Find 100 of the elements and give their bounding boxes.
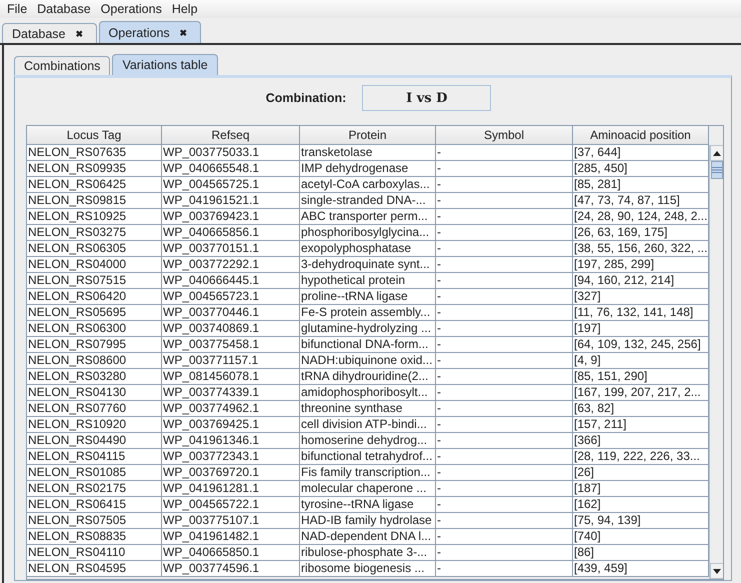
table-cell: [439, 459] (573, 561, 709, 577)
table-cell: [187] (573, 481, 709, 497)
table-cell: WP_004565725.1 (162, 177, 300, 193)
table-cell: [24, 28, 90, 124, 248, 2... (573, 209, 709, 225)
table-cell: NELON_RS07635 (27, 145, 162, 161)
table-cell: WP_003774962.1 (162, 401, 300, 417)
table-cell: WP_003769720.1 (162, 465, 300, 481)
table-cell: NAD-dependent DNA l... (300, 529, 436, 545)
table-cell: proline--tRNA ligase (300, 289, 436, 305)
table-cell: [28, 119, 222, 226, 33... (573, 449, 709, 465)
table-cell: - (436, 337, 573, 353)
column-header[interactable]: Aminoacid position (573, 126, 709, 145)
table-cell: NELON_RS06415 (27, 497, 162, 513)
table-cell: bifunctional DNA-form... (300, 337, 436, 353)
table-cell: amidophosphoribosylt... (300, 385, 436, 401)
table-cell: [94, 160, 212, 214] (573, 273, 709, 289)
table-cell: NELON_RS07515 (27, 273, 162, 289)
table-cell: NELON_RS10920 (27, 417, 162, 433)
table-cell: [85, 151, 290] (573, 369, 709, 385)
table-cell: WP_003772292.1 (162, 257, 300, 273)
table-cell: [75, 94, 139] (573, 513, 709, 529)
table-cell: [64, 109, 132, 245, 256] (573, 337, 709, 353)
table-cell: - (436, 289, 573, 305)
table-cell: [366] (573, 433, 709, 449)
table-cell: single-stranded DNA-... (300, 193, 436, 209)
table-cell: WP_004565722.1 (162, 497, 300, 513)
close-icon[interactable]: ✖ (180, 28, 188, 38)
menu-item[interactable]: Operations (96, 2, 167, 16)
table-cell: - (436, 369, 573, 385)
table-cell: bifunctional tetrahydrof... (300, 449, 436, 465)
menu-item[interactable]: File (2, 2, 32, 16)
table-cell: threonine synthase (300, 401, 436, 417)
table-cell: - (436, 241, 573, 257)
menu-item[interactable]: Database (32, 2, 96, 16)
table-cell: WP_003775107.1 (162, 513, 300, 529)
table-cell: - (436, 273, 573, 289)
table-cell: [167, 199, 207, 217, 2... (573, 385, 709, 401)
table-cell: acetyl-CoA carboxylas... (300, 177, 436, 193)
column-header[interactable]: Symbol (436, 126, 573, 145)
table-cell: - (436, 161, 573, 177)
scroll-thumb[interactable] (711, 161, 723, 179)
grip-icon (712, 167, 722, 173)
table-cell: [740] (573, 529, 709, 545)
table-cell: WP_040666445.1 (162, 273, 300, 289)
menu-item[interactable]: Help (166, 2, 203, 16)
table-cell: ribosome biogenesis ... (300, 561, 436, 577)
table-cell: Fe-S protein assembly... (300, 305, 436, 321)
table-cell: NELON_RS04110 (27, 545, 162, 561)
table-cell: NELON_RS07995 (27, 337, 162, 353)
table-cell: NELON_RS03275 (27, 225, 162, 241)
table-cell: - (436, 305, 573, 321)
table-cell: WP_040665850.1 (162, 545, 300, 561)
table-cell: - (436, 145, 573, 161)
table-cell: [47, 73, 74, 87, 115] (573, 193, 709, 209)
tab[interactable]: Variations table (112, 54, 218, 75)
scroll-down-button[interactable] (710, 563, 723, 579)
table-cell: hypothetical protein (300, 273, 436, 289)
table-cell: [63, 82] (573, 401, 709, 417)
table-cell: NELON_RS04490 (27, 433, 162, 449)
column-header[interactable]: Refseq (162, 126, 300, 145)
table-cell: NELON_RS06420 (27, 289, 162, 305)
table-cell: - (436, 529, 573, 545)
table-cell: 3-dehydroquinate synt... (300, 257, 436, 273)
table-cell: - (436, 417, 573, 433)
column-header[interactable]: Protein (300, 126, 436, 145)
up-arrow-icon (713, 150, 721, 156)
table-cell: glutamine-hydrolyzing ... (300, 321, 436, 337)
table-cell: WP_003775458.1 (162, 337, 300, 353)
table-cell: - (436, 257, 573, 273)
close-icon[interactable]: ✖ (76, 28, 84, 38)
tab[interactable]: Operations ✖ (98, 21, 201, 43)
table-cell: WP_004565723.1 (162, 289, 300, 305)
table-cell: HAD-IB family hydrolase (300, 513, 436, 529)
table-cell: NELON_RS09935 (27, 161, 162, 177)
table-cell: - (436, 545, 573, 561)
table-cell: - (436, 497, 573, 513)
table-cell: NELON_RS05695 (27, 305, 162, 321)
table-cell: [26] (573, 465, 709, 481)
table-cell: - (436, 433, 573, 449)
table-cell: WP_040665856.1 (162, 225, 300, 241)
tab[interactable]: Database ✖ (2, 23, 97, 43)
combination-label: Combination: (266, 91, 346, 105)
table-cell: - (436, 225, 573, 241)
table-cell: - (436, 465, 573, 481)
scroll-up-button[interactable] (710, 145, 723, 161)
table-cell: WP_003770446.1 (162, 305, 300, 321)
column-header[interactable]: Locus Tag (27, 126, 162, 145)
table-cell: WP_041961521.1 (162, 193, 300, 209)
table-cell: [37, 644] (573, 145, 709, 161)
table-cell: NELON_RS06305 (27, 241, 162, 257)
table-cell: [11, 76, 132, 141, 148] (573, 305, 709, 321)
table-cell: molecular chaperone ... (300, 481, 436, 497)
table-cell: WP_003770151.1 (162, 241, 300, 257)
table-cell: - (436, 385, 573, 401)
down-arrow-icon (713, 568, 721, 574)
tab[interactable]: Combinations (14, 56, 110, 75)
table-cell: - (436, 513, 573, 529)
table-cell: - (436, 449, 573, 465)
table-cell: [4, 9] (573, 353, 709, 369)
table-cell: WP_003774339.1 (162, 385, 300, 401)
